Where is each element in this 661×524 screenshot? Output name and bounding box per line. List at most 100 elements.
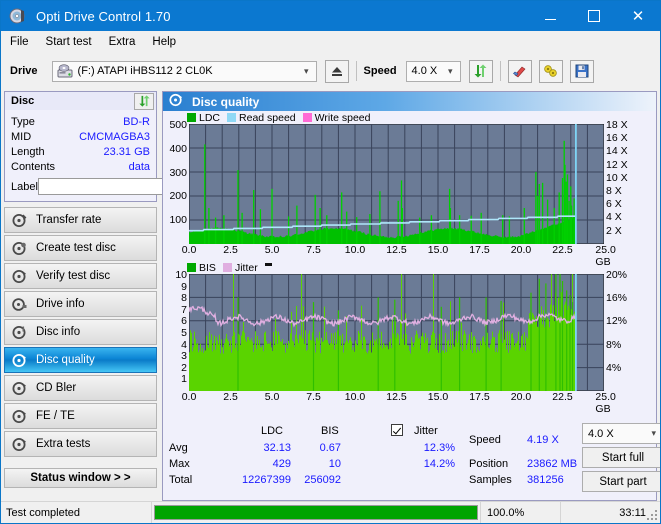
chevron-down-icon: ▾ bbox=[448, 65, 453, 76]
menu-item-extra[interactable]: Extra bbox=[109, 36, 136, 48]
chart-bis: BIS Jitter 10 9 8 7 6 5 4 3 2 1 20% 16% … bbox=[163, 261, 656, 416]
menu-item-start-test[interactable]: Start test bbox=[46, 36, 92, 48]
disc-row-mid: MID CMCMAGBA3 bbox=[11, 129, 150, 144]
disc-refresh-button[interactable] bbox=[134, 92, 154, 110]
chart-ldc-legend: LDC Read speed Write speed bbox=[163, 111, 656, 124]
speed-select-value: 4.0 X bbox=[411, 65, 438, 77]
sidebar-item-extra-tests[interactable]: Extra tests bbox=[4, 431, 157, 457]
chart-ldc: LDC Read speed Write speed 500 400 300 2… bbox=[163, 111, 656, 269]
disc-length-value: 23.31 GB bbox=[103, 145, 150, 158]
chart-bis-legend: BIS Jitter bbox=[163, 261, 656, 274]
disc-type-value: BD-R bbox=[123, 115, 150, 128]
disc-test-icon bbox=[12, 409, 27, 424]
stats-total-ldc: 12267399 bbox=[242, 474, 291, 486]
disc-section-title: Disc bbox=[11, 95, 35, 107]
chevron-down-icon: ▾ bbox=[651, 428, 656, 438]
eject-button[interactable] bbox=[324, 59, 349, 83]
disc-info-panel: Type BD-R MID CMCMAGBA3 Length 23.31 GB … bbox=[4, 110, 208, 202]
legend-label-bis: BIS bbox=[199, 261, 216, 274]
x-tick-label: 7.5 bbox=[306, 244, 321, 256]
sidebar-item-fe-te[interactable]: FE / TE bbox=[4, 403, 157, 429]
toolbar-divider-1 bbox=[355, 61, 357, 81]
jitter-checkbox[interactable] bbox=[391, 424, 403, 436]
legend-item-read-speed: Read speed bbox=[227, 112, 296, 124]
sidebar-item-drive-info[interactable]: Drive info bbox=[4, 291, 157, 317]
start-full-button[interactable]: Start full bbox=[582, 447, 660, 468]
application-window: Opti Drive Control 1.70 ✕ File Start tes… bbox=[0, 0, 661, 524]
chart-bis-x-axis: 0.0 2.5 5.0 7.5 10.0 12.5 15.0 17.5 20.0 22.5 25.0… bbox=[182, 391, 616, 415]
refresh-button[interactable] bbox=[468, 59, 493, 83]
test-speed-value: 4.0 X bbox=[588, 427, 614, 440]
speed-select[interactable]: 4.0 X ▾ bbox=[405, 60, 461, 82]
window-title: Opti Drive Control 1.70 bbox=[36, 8, 171, 24]
chevron-down-icon: ▾ bbox=[304, 65, 309, 76]
x-tick-label: 10.0 bbox=[344, 244, 366, 256]
disc-info-icon bbox=[12, 325, 27, 340]
status-message: Test completed bbox=[6, 506, 80, 519]
save-button[interactable] bbox=[569, 59, 594, 83]
samples-readout-label: Samples bbox=[469, 474, 512, 486]
x-tick-label: 2.5 bbox=[223, 391, 238, 403]
progress-bar-fill bbox=[154, 505, 478, 520]
chart-bis-plot: 10 9 8 7 6 5 4 3 2 1 20% 16% 12% 8% 4% bbox=[163, 269, 652, 391]
start-part-button[interactable]: Start part bbox=[582, 471, 660, 492]
x-tick-label: 17.5 bbox=[469, 244, 490, 256]
drive-icon bbox=[57, 64, 73, 78]
stats-row-avg-key: Avg bbox=[169, 442, 188, 454]
sidebar-item-label: Disc info bbox=[36, 326, 81, 338]
test-speed-select[interactable]: 4.0 X ▾ bbox=[582, 423, 660, 444]
minimize-button[interactable] bbox=[528, 1, 572, 31]
x-tick-label: 22.5 bbox=[552, 391, 573, 403]
disc-mid-key: MID bbox=[11, 130, 32, 143]
position-readout-label: Position bbox=[469, 458, 509, 470]
sidebar-item-disc-info[interactable]: Disc info bbox=[4, 319, 157, 345]
close-button[interactable]: ✕ bbox=[616, 1, 660, 31]
legend-swatch-ldc bbox=[187, 113, 196, 122]
drive-select-value: (F:) ATAPI iHBS112 2 CL0K bbox=[77, 65, 213, 77]
x-tick-label: 15.0 bbox=[427, 391, 449, 403]
legend-swatch-read-speed bbox=[227, 113, 237, 122]
position-readout-value: 23862 MB bbox=[527, 458, 578, 470]
maximize-button[interactable] bbox=[572, 1, 616, 31]
disc-quality-icon bbox=[169, 93, 183, 110]
x-tick-label: 10.0 bbox=[344, 391, 366, 403]
chart-ldc-y2-axis: 18 X 16 X 14 X 12 X 10 X 8 X 6 X 4 X 2 X bbox=[606, 119, 628, 237]
sidebar-item-disc-quality[interactable]: Disc quality bbox=[4, 347, 157, 373]
speed-readout-label: Speed bbox=[469, 434, 501, 446]
stats-col-ldc: LDC bbox=[261, 425, 284, 437]
sidebar-item-cd-bler[interactable]: CD Bler bbox=[4, 375, 157, 401]
nav-list: Transfer rate Create test disc Verify te… bbox=[4, 207, 157, 457]
legend-label-read-speed: Read speed bbox=[239, 111, 296, 124]
page-title: Disc quality bbox=[192, 94, 260, 109]
tools-button[interactable] bbox=[538, 59, 563, 83]
sidebar-item-label: FE / TE bbox=[36, 410, 75, 422]
legend-label-jitter: Jitter bbox=[234, 261, 258, 274]
disc-row-length: Length 23.31 GB bbox=[11, 144, 150, 159]
erase-button[interactable] bbox=[507, 59, 532, 83]
elapsed-time: 33:11 bbox=[560, 502, 660, 523]
sidebar-item-create-test-disc[interactable]: Create test disc bbox=[4, 235, 157, 261]
disc-length-key: Length bbox=[11, 145, 45, 158]
legend-swatch-bis bbox=[187, 263, 196, 272]
disc-test-icon bbox=[12, 213, 27, 228]
disc-test-icon bbox=[12, 241, 27, 256]
chart-ldc-y-axis: 500 400 300 200 100 bbox=[169, 119, 187, 227]
menu-item-file[interactable]: File bbox=[10, 36, 29, 48]
status-window-button[interactable]: Status window > > bbox=[4, 468, 157, 488]
legend-item-bis: BIS bbox=[187, 262, 216, 274]
stats-panel: LDC BIS Jitter Avg 32.13 0.67 12.3% Max … bbox=[169, 423, 660, 492]
legend-item-jitter: Jitter bbox=[222, 261, 258, 274]
disc-section-header: Disc bbox=[4, 91, 157, 110]
sidebar-item-label: Disc quality bbox=[36, 354, 95, 366]
disc-quality-icon bbox=[12, 353, 27, 368]
x-tick-label: 20.0 bbox=[510, 244, 532, 256]
drive-select[interactable]: (F:) ATAPI iHBS112 2 CL0K ▾ bbox=[51, 60, 317, 82]
menu-item-help[interactable]: Help bbox=[152, 36, 176, 48]
app-icon bbox=[9, 7, 27, 25]
sidebar-item-verify-test-disc[interactable]: Verify test disc bbox=[4, 263, 157, 289]
sidebar-item-transfer-rate[interactable]: Transfer rate bbox=[4, 207, 157, 233]
resize-grip-icon[interactable] bbox=[647, 510, 657, 520]
legend-label-ldc: LDC bbox=[199, 111, 221, 124]
stats-avg-bis: 0.67 bbox=[319, 442, 341, 454]
x-tick-label: 2.5 bbox=[223, 244, 238, 256]
